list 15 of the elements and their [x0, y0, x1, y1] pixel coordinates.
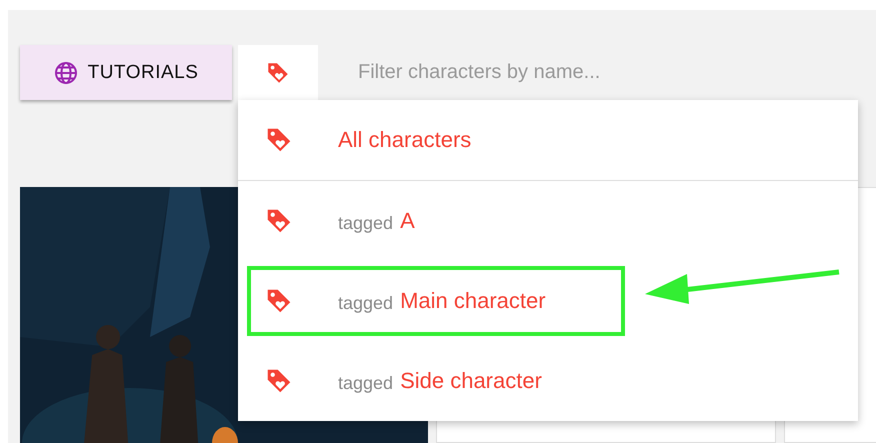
menu-item-prefix: tagged [338, 372, 394, 394]
menu-item-label: Main character [400, 288, 546, 314]
menu-item-label: All characters [338, 127, 472, 153]
tutorials-button[interactable]: TUTORIALS [20, 45, 232, 100]
menu-item-prefix: tagged [338, 292, 394, 314]
menu-item[interactable]: tagged Main character [238, 261, 858, 341]
menu-item[interactable]: tagged Side character [238, 341, 858, 421]
menu-item-label: Side character [400, 368, 542, 394]
menu-item[interactable]: All characters [238, 100, 858, 181]
globe-icon [54, 60, 78, 84]
menu-item[interactable]: tagged A [238, 181, 858, 261]
menu-item-label: A [400, 208, 415, 234]
menu-item-prefix: tagged [338, 212, 394, 234]
search-field[interactable]: Filter characters by name... [356, 45, 876, 100]
tag-filter-button[interactable] [238, 45, 318, 100]
